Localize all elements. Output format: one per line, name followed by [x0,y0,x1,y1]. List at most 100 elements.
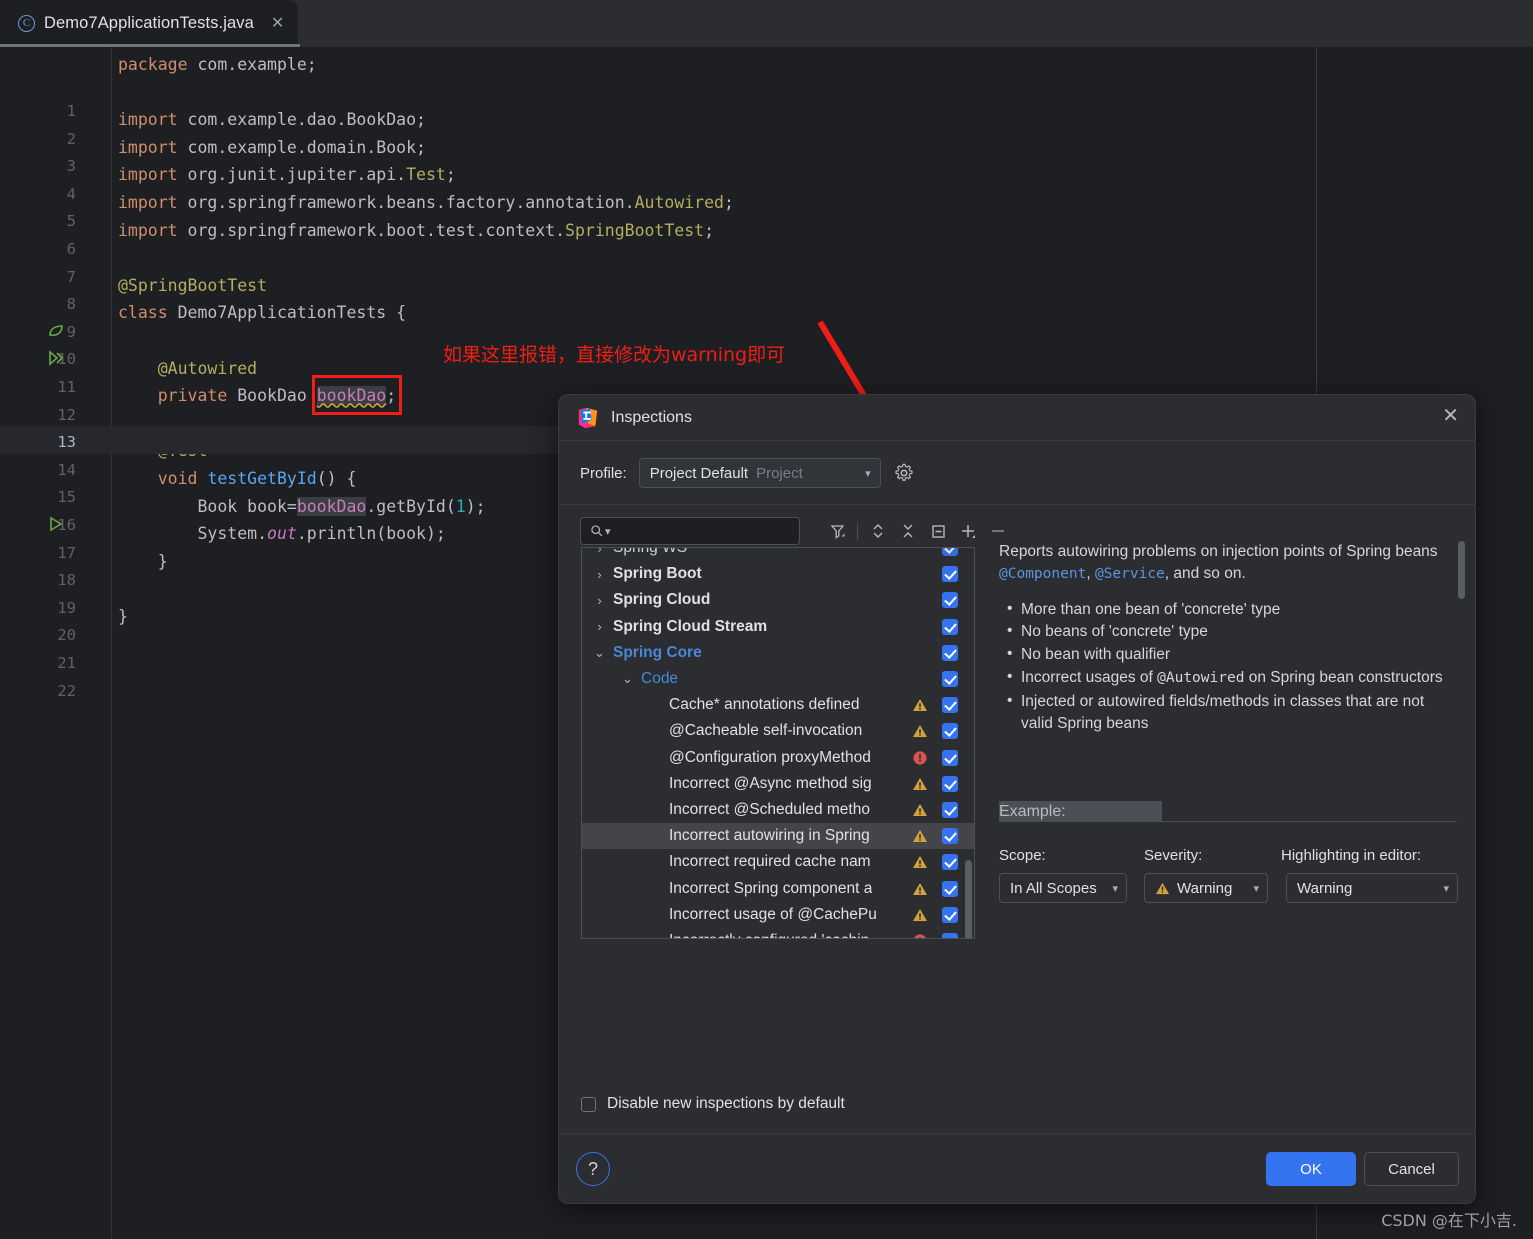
severity-label: Severity: [1144,847,1203,864]
tree-row[interactable]: ⌄ Spring Core [582,640,974,666]
severity-select[interactable]: Warning ▾ [1144,873,1268,903]
collapse-all-icon[interactable] [893,517,923,545]
dialog-header: Inspections ✕ [559,395,1475,441]
tree-row[interactable]: Cache* annotations defined [582,692,974,718]
tree-row[interactable]: › Spring WS [582,548,974,561]
tree-row[interactable]: Incorrect @Async method sig [582,771,974,797]
tree-item-label: @Cacheable self-invocation [669,722,863,740]
line-number: 1 [66,102,76,120]
tree-row[interactable]: Incorrect @Scheduled metho [582,797,974,823]
highlighting-select[interactable]: Warning ▾ [1286,873,1458,903]
run-all-icon[interactable] [47,349,67,372]
tree-row[interactable]: @Configuration proxyMethod [582,745,974,771]
tree-row[interactable]: Incorrectly configured 'cachin [582,928,974,938]
line-number: 4 [66,184,76,203]
tree-row[interactable]: › Spring Cloud Stream [582,614,974,640]
scope-label: Scope: [999,847,1046,864]
chevron-down-icon: ▾ [865,467,871,480]
error-circle-icon [912,933,928,938]
tree-item-label: Incorrect Spring component a [669,879,873,897]
code-line: package com.example; [118,55,317,74]
chevron-down-icon[interactable]: ⌄ [592,645,607,661]
example-label: Example: [999,803,1066,820]
tree-item-label: Incorrectly configured 'cachin [669,932,869,938]
ok-button[interactable]: OK [1266,1152,1356,1186]
search-icon [591,525,603,537]
tree-item-checkbox[interactable] [942,854,958,871]
desc-intro-a: Reports autowiring problems on injection… [999,543,1438,560]
gear-icon[interactable] [893,462,915,484]
tree-item-checkbox[interactable] [942,644,958,661]
line-number: 5 [66,212,76,231]
filter-icon[interactable] [822,517,852,545]
help-button[interactable]: ? [576,1152,610,1186]
tree-row[interactable]: Incorrect autowiring in Spring [582,823,974,850]
editor-tab[interactable]: C Demo7ApplicationTests.java ✕ [0,0,299,47]
expand-collapse-icon[interactable] [863,517,893,545]
search-input[interactable]: ▾ [580,517,800,545]
warning-triangle-icon [912,723,928,739]
tree-item-checkbox[interactable] [942,932,958,938]
tree-item-checkbox[interactable] [942,618,958,635]
tree-item-checkbox[interactable] [942,592,958,609]
tree-row[interactable]: › Spring Boot [582,561,974,587]
description-bullet: Incorrect usages of @Autowired on Spring… [1005,666,1457,690]
profile-select[interactable]: Project Default Project ▾ [638,458,881,488]
chevron-right-icon[interactable]: › [592,567,607,582]
close-icon[interactable]: ✕ [271,15,284,32]
tree-row[interactable]: › Spring Cloud [582,587,974,613]
component-link[interactable]: @Component [999,566,1086,582]
tree-item-checkbox[interactable] [942,749,958,766]
chevron-right-icon[interactable]: › [592,548,607,556]
tree-row[interactable]: Incorrect usage of @CachePu [582,902,974,928]
description-bullet: Injected or autowired fields/methods in … [1005,690,1457,735]
chevron-right-icon[interactable]: › [592,619,607,634]
line-number: 18 [57,571,76,590]
warning-triangle-icon [912,776,928,792]
chevron-right-icon[interactable]: › [592,593,607,608]
code-line: System.out.println(book); [118,524,446,544]
disable-new-inspections-row[interactable]: Disable new inspections by default [581,1095,845,1113]
tree-item-checkbox[interactable] [942,880,958,897]
tree-item-checkbox[interactable] [942,775,958,792]
line-number: 19 [57,598,76,617]
code-line: } [118,607,128,626]
tree-row[interactable]: @Cacheable self-invocation [582,718,974,744]
tree-item-checkbox[interactable] [942,566,958,583]
warning-triangle-icon [1155,882,1170,894]
tree-item-label: Spring Core [613,643,702,661]
code-line: void testGetById() { [157,469,357,488]
add-icon[interactable] [953,517,983,545]
spring-leaf-icon[interactable] [47,322,65,345]
code-line: import org.springframework.beans.factory… [118,193,734,212]
tree-row[interactable]: Incorrect required cache nam [582,849,974,875]
tree-item-checkbox[interactable] [942,548,958,557]
code-line: import org.springframework.boot.test.con… [118,220,715,240]
disable-new-inspections-label: Disable new inspections by default [607,1095,845,1112]
description-scrollbar[interactable] [1458,541,1465,599]
tree-row[interactable]: Incorrect Spring component a [582,875,974,901]
tree-item-checkbox[interactable] [942,697,958,714]
disable-new-inspections-checkbox[interactable] [581,1096,596,1112]
scope-select[interactable]: In All Scopes ▾ [999,873,1127,903]
inspections-dialog[interactable]: Inspections ✕ Profile: Project Default P… [558,394,1476,1204]
tree-item-checkbox[interactable] [942,723,958,740]
code-line: import com.example.dao.BookDao; [118,110,426,130]
service-link[interactable]: @Service [1095,566,1165,582]
run-method-icon[interactable] [47,515,65,538]
desc-comma: , [1086,564,1095,582]
inspections-tree[interactable]: › Spring WS › Spring Boot › Spring Cloud › Spri… [581,547,975,939]
chevron-down-icon[interactable]: ⌄ [620,671,635,687]
close-icon[interactable]: ✕ [1442,406,1459,426]
expand-node-icon[interactable] [923,517,953,545]
tree-item-checkbox[interactable] [942,671,958,688]
tree-item-checkbox[interactable] [942,906,958,923]
tree-scrollbar[interactable] [965,860,972,938]
cancel-button[interactable]: Cancel [1364,1152,1459,1186]
profile-row: Profile: Project Default Project ▾ [559,441,1475,504]
tree-item-label: Incorrect @Scheduled metho [669,800,870,818]
tree-row[interactable]: ⌄ Code [582,666,974,692]
tree-item-checkbox[interactable] [942,801,958,818]
line-number: 3 [66,157,76,176]
tree-item-checkbox[interactable] [942,828,958,845]
